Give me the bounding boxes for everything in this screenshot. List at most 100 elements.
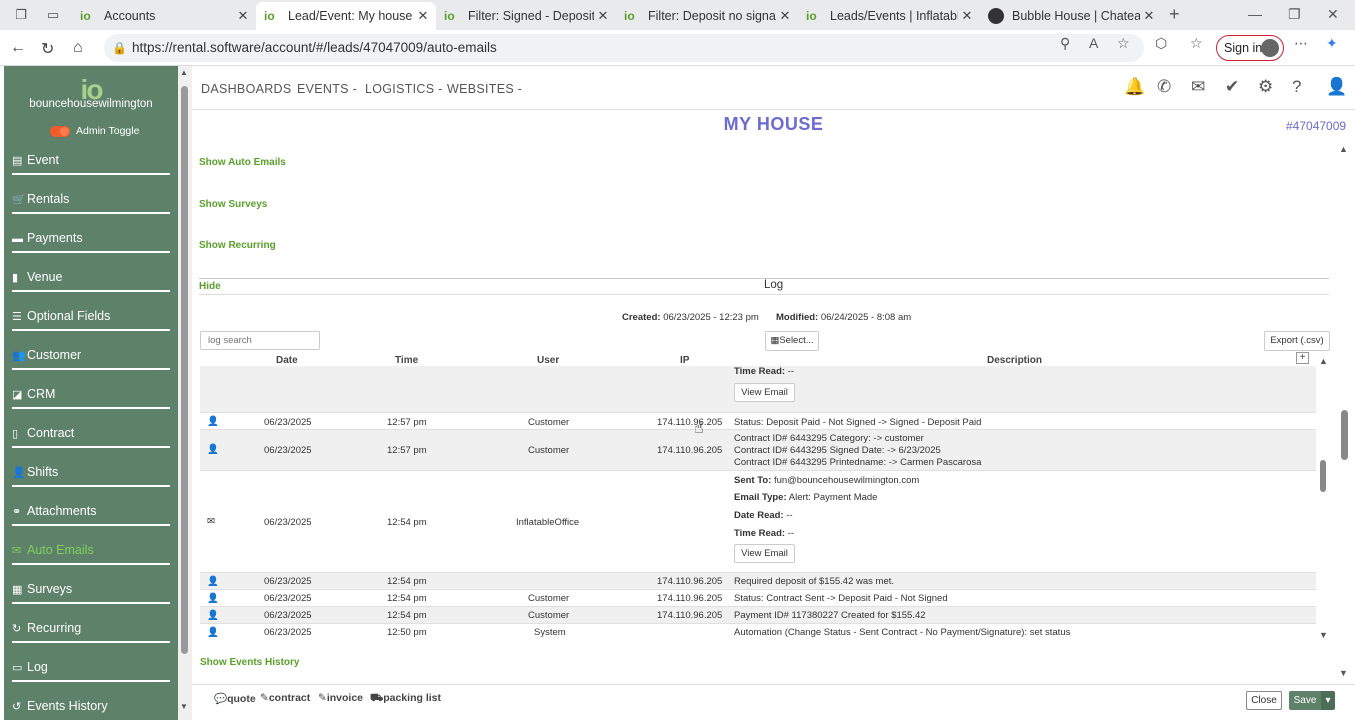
close-window-icon[interactable]: ✕	[1327, 6, 1339, 23]
profile-avatar-icon	[1261, 39, 1279, 57]
log-table-scrollbar[interactable]: ▲ ▼	[1316, 356, 1330, 646]
page-scroll-down-icon[interactable]: ▼	[1339, 668, 1348, 678]
invoice-link[interactable]: ✎invoice	[318, 692, 363, 704]
browser-tab-bar: ❐ ▭ io Accounts ✕ io Lead/Event: My hous…	[0, 0, 1355, 30]
show-events-history-link[interactable]: Show Events History	[200, 657, 299, 668]
sidebar-item-surveys[interactable]: ▦ Surveys	[12, 574, 170, 604]
expand-columns-icon[interactable]: +	[1296, 352, 1309, 364]
close-tab-icon[interactable]: ✕	[776, 8, 794, 24]
favorite-star-icon[interactable]: ☆	[1117, 35, 1130, 52]
workspaces-icon[interactable]: ❐	[13, 7, 29, 23]
browser-tab-bubble-house[interactable]: Bubble House | Chateau Bou ✕	[980, 2, 1162, 30]
history-icon: ↺	[12, 701, 22, 713]
sidebar-item-payments[interactable]: ▬ Payments	[12, 223, 170, 253]
quote-link[interactable]: 💬quote	[214, 692, 256, 705]
sign-in-button[interactable]: Sign in	[1216, 35, 1284, 61]
show-surveys-link[interactable]: Show Surveys	[199, 199, 267, 210]
page-scroll-up-icon[interactable]: ▲	[1339, 144, 1348, 154]
sidebar-item-rentals[interactable]: 🛒Rentals	[12, 184, 170, 214]
sidebar-scrollbar-thumb[interactable]	[181, 86, 188, 654]
close-tab-icon[interactable]: ✕	[594, 8, 612, 24]
log-table-scrollbar-thumb[interactable]	[1320, 460, 1326, 492]
nav-events[interactable]: EVENTS -	[297, 82, 357, 96]
zoom-icon[interactable]: ⚲	[1060, 35, 1070, 52]
log-search-input[interactable]	[200, 331, 320, 350]
url-field[interactable]: 🔒 https://rental.software/account/#/lead…	[104, 34, 1144, 62]
nav-dashboards[interactable]: DASHBOARDS	[201, 82, 292, 96]
nav-websites[interactable]: WEBSITES -	[447, 82, 522, 96]
person-icon: 👤	[207, 576, 219, 587]
column-header-time[interactable]: Time	[395, 355, 418, 366]
io-favicon-icon: io	[80, 9, 91, 23]
browser-tab-filter-signed[interactable]: io Filter: Signed - Deposit Paid ✕	[436, 2, 616, 30]
scroll-down-icon[interactable]: ▼	[180, 702, 188, 711]
close-tab-icon[interactable]: ✕	[234, 8, 252, 24]
sidebar-item-venue[interactable]: ▮ Venue	[12, 262, 170, 292]
scroll-up-icon[interactable]: ▲	[180, 68, 188, 77]
nav-logistics[interactable]: LOGISTICS -	[365, 82, 443, 96]
sidebar: io bouncehousewilmington Admin Toggle ▤ E…	[4, 66, 178, 720]
scroll-up-icon[interactable]: ▲	[1319, 356, 1328, 366]
sidebar-item-log[interactable]: ▭ Log	[12, 652, 170, 682]
user-icon[interactable]: 👤	[1326, 77, 1347, 97]
toggle-switch-icon[interactable]	[50, 125, 70, 137]
column-header-date[interactable]: Date	[276, 355, 298, 366]
column-header-description[interactable]: Description	[987, 355, 1042, 366]
packing-list-link[interactable]: ⛟packing list	[370, 692, 441, 706]
close-tab-icon[interactable]: ✕	[958, 8, 976, 24]
export-csv-button[interactable]: Export (.csv)	[1264, 331, 1330, 351]
view-email-button[interactable]: View Email	[734, 544, 795, 563]
envelope-icon: ✉	[12, 545, 22, 557]
sidebar-item-customer[interactable]: 👥Customer	[12, 340, 170, 370]
checkmark-icon[interactable]: ✔	[1225, 77, 1239, 97]
extensions-icon[interactable]: ⬡	[1155, 35, 1167, 52]
sidebar-item-event[interactable]: ▤ Event	[12, 145, 170, 175]
sidebar-item-contract[interactable]: ▯ Contract	[12, 418, 170, 448]
mail-icon[interactable]: ✉	[1191, 77, 1205, 97]
more-menu-icon[interactable]: ⋯	[1294, 35, 1308, 52]
bell-icon[interactable]: 🔔	[1124, 77, 1145, 97]
browser-tab-leads-events[interactable]: io Leads/Events | InflatableOffi ✕	[798, 2, 980, 30]
minimize-icon[interactable]: —	[1248, 6, 1262, 22]
sidebar-item-crm[interactable]: ◪ CRM	[12, 379, 170, 409]
home-icon[interactable]: ⌂	[73, 39, 83, 57]
sidebar-item-recurring[interactable]: ↻ Recurring	[12, 613, 170, 643]
browser-tab-filter-deposit[interactable]: io Filter: Deposit no signature ✕	[616, 2, 798, 30]
read-aloud-icon[interactable]: A	[1089, 35, 1098, 51]
hide-log-link[interactable]: Hide	[199, 281, 221, 292]
sidebar-item-events-history[interactable]: ↺ Events History	[12, 691, 170, 721]
sidebar-item-attachments[interactable]: ⚭ Attachments	[12, 496, 170, 526]
admin-toggle[interactable]: Admin Toggle	[50, 125, 139, 137]
page-scrollbar-thumb[interactable]	[1341, 410, 1348, 460]
save-button[interactable]: Save	[1289, 691, 1321, 710]
maximize-icon[interactable]: ❐	[1288, 6, 1301, 23]
column-header-ip[interactable]: IP	[680, 355, 689, 366]
sidebar-item-auto-emails[interactable]: ✉ Auto Emails	[12, 535, 170, 565]
copilot-icon[interactable]: ✦	[1326, 35, 1338, 52]
help-icon[interactable]: ?	[1292, 77, 1301, 97]
close-tab-icon[interactable]: ✕	[1140, 8, 1158, 24]
show-auto-emails-link[interactable]: Show Auto Emails	[199, 157, 286, 168]
tab-actions-icon[interactable]: ▭	[45, 7, 61, 23]
select-dropdown-button[interactable]: ▦Select...	[765, 331, 819, 351]
column-header-user[interactable]: User	[537, 355, 559, 366]
browser-tab-accounts[interactable]: io Accounts ✕	[72, 2, 256, 30]
close-tab-icon[interactable]: ✕	[414, 8, 432, 24]
gear-icon[interactable]: ⚙	[1258, 77, 1273, 97]
save-dropdown-icon[interactable]: ▾	[1321, 691, 1335, 710]
sidebar-item-optional-fields[interactable]: ☰ Optional Fields	[12, 301, 170, 331]
browser-tab-lead-event[interactable]: io Lead/Event: My house | Infla ✕	[256, 2, 436, 30]
new-tab-icon[interactable]: +	[1169, 4, 1180, 25]
back-icon[interactable]: ←	[10, 39, 26, 57]
show-recurring-link[interactable]: Show Recurring	[199, 240, 276, 251]
scroll-down-icon[interactable]: ▼	[1319, 630, 1328, 640]
close-button[interactable]: Close	[1246, 691, 1282, 710]
favorites-icon[interactable]: ☆	[1190, 35, 1203, 52]
phone-icon[interactable]: ✆	[1157, 77, 1171, 97]
created-info: Created: 06/23/2025 - 12:23 pm	[622, 312, 759, 323]
refresh-icon[interactable]: ↻	[41, 39, 54, 59]
view-email-button[interactable]: View Email	[734, 383, 795, 402]
person-icon: 👤	[207, 444, 219, 455]
sidebar-item-shifts[interactable]: 👤Shifts	[12, 457, 170, 487]
contract-link[interactable]: ✎contract	[260, 692, 310, 704]
